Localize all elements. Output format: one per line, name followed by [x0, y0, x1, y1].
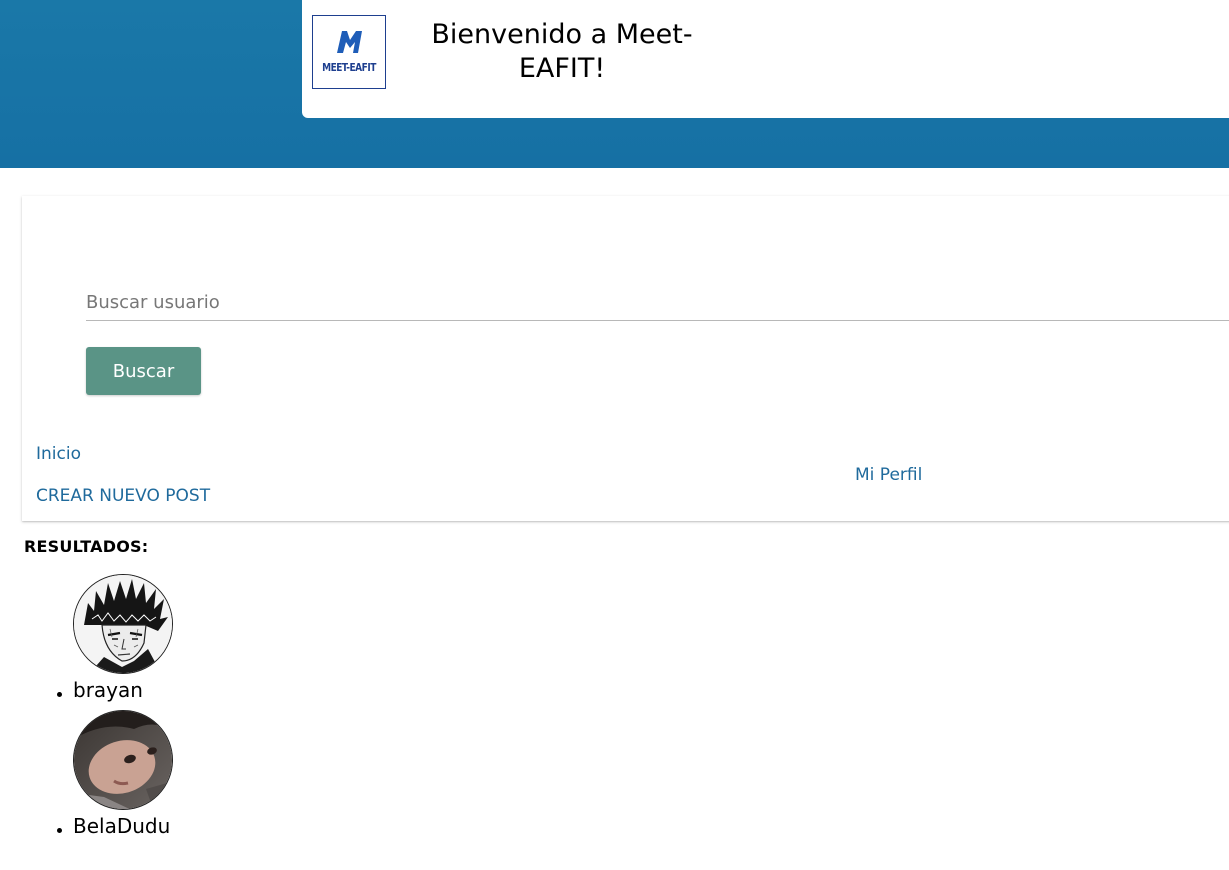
logo-m-icon	[337, 31, 362, 53]
result-list-item[interactable]: BelaDudu	[57, 710, 273, 838]
logo-text: MEET-EAFIT	[322, 61, 376, 74]
user-avatar[interactable]	[73, 710, 173, 810]
results-heading: RESULTADOS:	[24, 537, 149, 556]
page-title: Bienvenido a Meet-EAFIT!	[431, 19, 693, 84]
search-input[interactable]	[86, 284, 1229, 321]
nav-link-crear-nuevo-post[interactable]: CREAR NUEVO POST	[36, 486, 210, 506]
manga-portrait-avatar-icon	[74, 575, 172, 673]
list-bullet	[57, 828, 62, 833]
search-panel: Buscar Inicio CREAR NUEVO POST Mi Perfil	[22, 196, 1229, 521]
result-list-item[interactable]: brayan	[57, 574, 273, 702]
list-bullet	[57, 692, 62, 697]
app-logo[interactable]: MEET-EAFIT	[312, 15, 386, 89]
nav-link-inicio[interactable]: Inicio	[36, 444, 81, 464]
search-button[interactable]: Buscar	[86, 347, 201, 395]
result-username[interactable]: brayan	[73, 678, 143, 702]
nav-link-mi-perfil[interactable]: Mi Perfil	[855, 465, 922, 485]
user-avatar[interactable]	[73, 574, 173, 674]
header-card: MEET-EAFIT Bienvenido a Meet-EAFIT!	[302, 0, 1229, 118]
selfie-portrait-avatar-icon	[74, 711, 172, 809]
result-username[interactable]: BelaDudu	[73, 814, 170, 838]
